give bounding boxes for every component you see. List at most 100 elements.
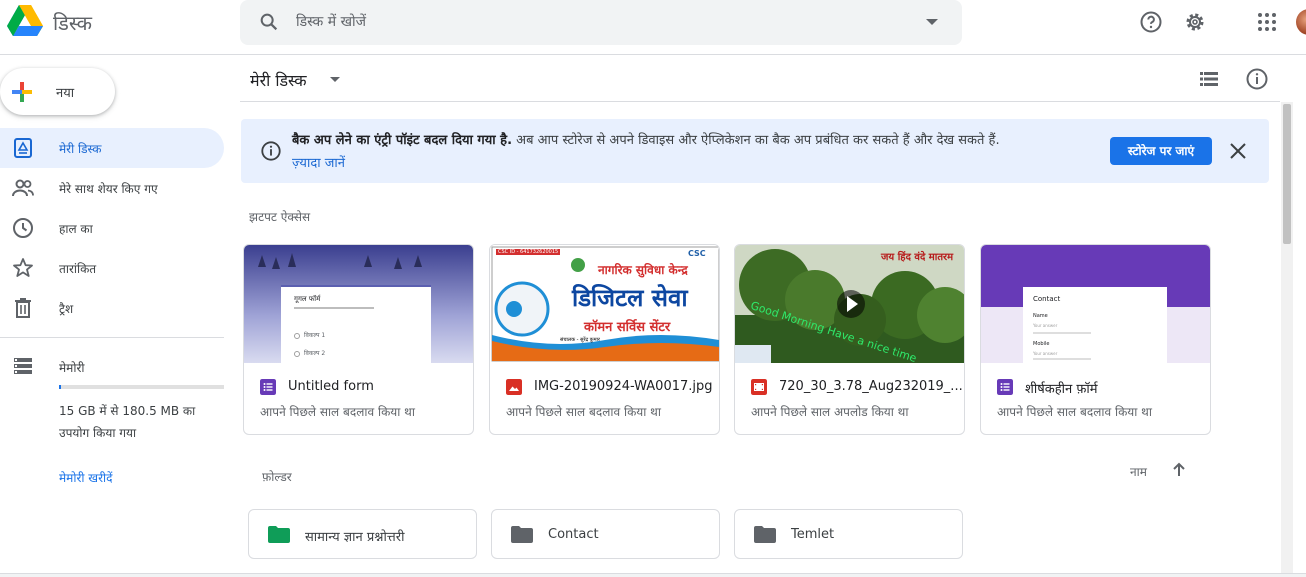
storage-icon xyxy=(14,358,32,374)
file-meta: आपने पिछले साल बदलाव किया था xyxy=(260,405,415,419)
video-file-icon xyxy=(751,379,767,395)
plus-icon xyxy=(12,82,32,102)
storage-usage-fill xyxy=(59,385,61,389)
learn-more-link[interactable]: ज़्यादा जानें xyxy=(292,153,345,171)
thumb-radio xyxy=(294,333,300,339)
file-thumbnail: गूगल फॉर्म विकल्प 1 विकल्प 2 xyxy=(244,245,473,363)
file-name: शीर्षकहीन फ़ॉर्म xyxy=(1025,382,1098,397)
top-bar: डिस्क xyxy=(0,0,1306,55)
main-header-divider xyxy=(240,101,1280,102)
form-thumbnail-image xyxy=(244,245,473,363)
sidebar-item-label: हाल का xyxy=(59,222,93,236)
account-avatar[interactable] xyxy=(1296,9,1306,35)
quick-access-card[interactable]: Contact Name Your answer Mobile Your ans… xyxy=(980,244,1211,435)
thumb-form-option: विकल्प 2 xyxy=(304,350,326,357)
sidebar-item-my-drive[interactable]: मेरी डिस्क xyxy=(0,128,224,168)
video-title-text: जय हिंद वंदे मातरम xyxy=(881,252,954,263)
file-name: Untitled form xyxy=(288,379,374,394)
thumb-form-field: Mobile xyxy=(1033,341,1050,347)
form-thumbnail-image xyxy=(981,245,1210,363)
thumb-form-placeholder: Your answer xyxy=(1033,323,1058,328)
file-thumbnail: CSC ID - 641732620015 CSC नागरिक सुविधा … xyxy=(490,245,719,363)
thumb-form-placeholder: Your answer xyxy=(1033,351,1058,356)
banner-text: अब आप स्टोरेज से अपने डिवाइस और ऐप्लिकेश… xyxy=(512,133,1000,148)
search-input[interactable] xyxy=(296,11,896,33)
csc-id-label: CSC ID - 641732620015 xyxy=(496,249,561,255)
search-icon[interactable] xyxy=(258,11,280,33)
quick-access-card[interactable]: CSC ID - 641732620015 CSC नागरिक सुविधा … xyxy=(489,244,720,435)
csc-footer-text: संचालक - सुरेंद्र कुमार xyxy=(560,337,600,343)
storage-usage-text: 15 GB में से 180.5 MB का उपयोग किया गया xyxy=(59,404,196,440)
page-title[interactable]: मेरी डिस्क xyxy=(250,69,307,91)
star-icon xyxy=(13,258,33,277)
storage-title: मेमोरी xyxy=(59,361,85,375)
thumb-form-option: विकल्प 1 xyxy=(304,332,326,339)
quick-access-heading: झटपट ऐक्सेस xyxy=(249,210,311,224)
info-icon xyxy=(261,141,281,161)
file-thumbnail: जय हिंद वंदे मातरम Good Morning Have a n… xyxy=(735,245,964,363)
scrollbar-thumb[interactable] xyxy=(1283,104,1291,244)
quick-access-card[interactable]: जय हिंद वंदे मातरम Good Morning Have a n… xyxy=(734,244,965,435)
google-forms-icon xyxy=(997,379,1013,395)
folder-item[interactable]: Contact xyxy=(491,509,720,559)
csc-big-text: डिजिटल सेवा xyxy=(572,284,688,312)
close-icon[interactable] xyxy=(1228,141,1248,161)
list-view-icon[interactable] xyxy=(1197,67,1221,91)
shared-people-icon xyxy=(12,179,34,197)
storage-usage-bar xyxy=(59,385,224,389)
buy-storage-link[interactable]: मेमोरी खरीदें xyxy=(59,469,113,486)
page-title-chevron-down-icon[interactable] xyxy=(330,77,340,82)
sidebar-item-shared-with-me[interactable]: मेरे साथ शेयर किए गए xyxy=(0,168,224,208)
info-icon[interactable] xyxy=(1245,67,1269,91)
sidebar-item-trash[interactable]: ट्रैश xyxy=(0,288,224,328)
folder-icon xyxy=(511,526,533,543)
csc-sub-text: कॉमन सर्विस सेंटर xyxy=(584,320,671,335)
trash-icon xyxy=(15,298,31,318)
folders-heading: फ़ोल्डर xyxy=(262,470,292,484)
sidebar-item-label: मेरे साथ शेयर किए गए xyxy=(59,182,158,196)
thumb-radio xyxy=(294,351,300,357)
file-meta: आपने पिछले साल बदलाव किया था xyxy=(997,405,1152,419)
csc-top-text: नागरिक सुविधा केन्द्र xyxy=(598,263,688,277)
app-title[interactable]: डिस्क xyxy=(53,9,92,36)
folder-icon xyxy=(268,526,290,543)
quick-access-card[interactable]: गूगल फॉर्म विकल्प 1 विकल्प 2 Untitled fo… xyxy=(243,244,474,435)
new-button-label: नया xyxy=(56,86,75,101)
sidebar-item-label: तारांकित xyxy=(59,262,97,276)
folder-name: Temlet xyxy=(791,527,835,542)
thumb-form-title: Contact xyxy=(1033,295,1061,303)
thumb-form-title: गूगल फॉर्म xyxy=(294,295,321,303)
folder-item[interactable]: Temlet xyxy=(734,509,963,559)
file-meta: आपने पिछले साल बदलाव किया था xyxy=(506,405,661,419)
folder-name: सामान्य ज्ञान प्रश्नोत्तरी xyxy=(305,530,405,545)
main-scrollbar[interactable] xyxy=(1281,102,1293,577)
search-options-chevron-down-icon[interactable] xyxy=(926,19,938,25)
file-name: IMG-20190924-WA0017.jpg xyxy=(534,379,713,394)
sidebar-item-label: मेरी डिस्क xyxy=(59,142,102,156)
sort-arrow-up-icon[interactable] xyxy=(1170,461,1188,479)
apps-grid-icon[interactable] xyxy=(1255,10,1279,34)
go-to-storage-button[interactable]: स्टोरेज पर जाएं xyxy=(1110,137,1212,165)
settings-gear-icon[interactable] xyxy=(1183,10,1207,34)
drive-logo-icon[interactable] xyxy=(7,5,43,38)
file-name: 720_30_3.78_Aug232019_... xyxy=(779,379,963,394)
folder-item[interactable]: सामान्य ज्ञान प्रश्नोत्तरी xyxy=(248,509,477,559)
new-button[interactable]: नया xyxy=(0,68,115,115)
file-meta: आपने पिछले साल अपलोड किया था xyxy=(751,405,909,419)
banner-bold-text: बैक अप लेने का एंट्री पॉइंट बदल दिया गया… xyxy=(292,133,513,148)
sidebar-item-starred[interactable]: तारांकित xyxy=(0,248,224,288)
thumb-form-field: Name xyxy=(1033,313,1048,319)
my-drive-icon xyxy=(14,138,32,158)
google-forms-icon xyxy=(260,379,276,395)
folder-name: Contact xyxy=(548,527,599,542)
sidebar-item-label: ट्रैश xyxy=(59,302,74,316)
sidebar-divider xyxy=(0,337,224,338)
file-thumbnail: Contact Name Your answer Mobile Your ans… xyxy=(981,245,1210,363)
sidebar-item-recent[interactable]: हाल का xyxy=(0,208,224,248)
image-file-icon xyxy=(506,379,522,395)
clock-icon xyxy=(13,218,33,238)
sort-by-name-button[interactable]: नाम xyxy=(1130,463,1147,480)
folder-icon xyxy=(754,526,776,543)
help-icon[interactable] xyxy=(1139,10,1163,34)
thumb-form-line xyxy=(294,307,374,309)
